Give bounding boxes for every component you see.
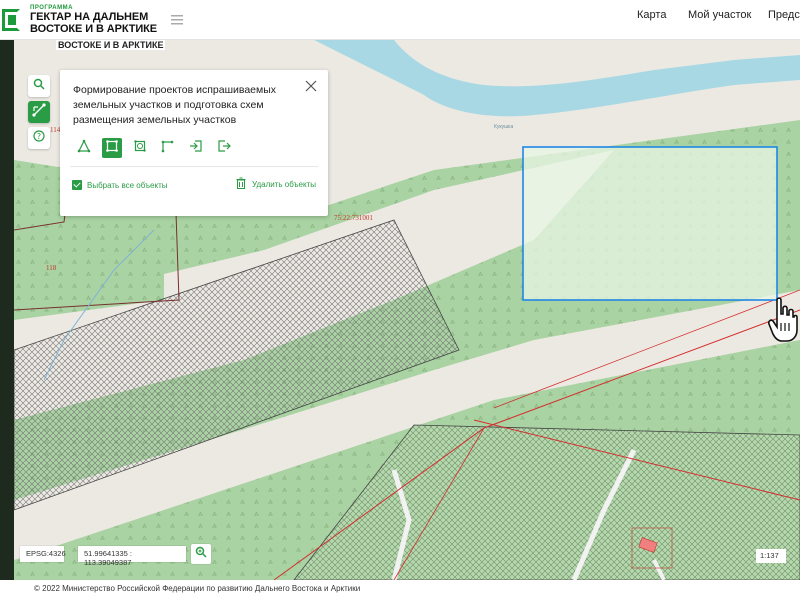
logo-text: ПРОГРАММА ГЕКТАР НА ДАЛЬНЕМ ВОСТОКЕ И В … xyxy=(30,5,157,35)
site-header: ПРОГРАММА ГЕКТАР НА ДАЛЬНЕМ ВОСТОКЕ И В … xyxy=(0,0,800,40)
logo-line2: ВОСТОКЕ И В АРКТИКЕ xyxy=(30,22,158,35)
map-toolbar: ? xyxy=(28,75,50,149)
export-icon xyxy=(217,139,231,158)
select-all-label: Выбрать все объекты xyxy=(87,180,168,190)
screen: ПРОГРАММА ГЕКТАР НА ДАЛЬНЕМ ВОСТОКЕ И В … xyxy=(0,0,800,600)
map-scale: 1:137 xyxy=(756,549,786,563)
logo[interactable]: ПРОГРАММА ГЕКТАР НА ДАЛЬНЕМ ВОСТОКЕ И В … xyxy=(0,0,157,40)
nav-map[interactable]: Карта xyxy=(637,9,666,21)
rectangle-icon xyxy=(105,139,119,158)
watermark-title: ВОСТОКЕ И В АРКТИКЕ xyxy=(56,40,166,50)
polygon-icon xyxy=(77,139,91,158)
copyright-text: © 2022 Министерство Российской Федерации… xyxy=(34,584,361,593)
panel-divider xyxy=(70,166,318,167)
import-icon xyxy=(189,139,203,158)
cursor-coordinates: 51.99641335 : 113.39049387 xyxy=(78,546,186,567)
parcel-number-label: 118 xyxy=(46,264,57,272)
cadastral-number-label: 75:22:731001 xyxy=(334,214,373,222)
circle-select-icon xyxy=(133,139,147,158)
geometry-tools-panel: Формирование проектов испрашиваемых земе… xyxy=(60,70,328,216)
delete-objects-label: Удалить объекты xyxy=(252,179,316,189)
polygon-tool[interactable] xyxy=(74,138,94,158)
drawing-tools xyxy=(74,138,234,158)
export-tool[interactable] xyxy=(214,138,234,158)
circle-select-tool[interactable] xyxy=(130,138,150,158)
select-all-checkbox[interactable]: Выбрать все объекты xyxy=(72,180,168,190)
checkbox-checked-icon xyxy=(72,180,82,190)
edit-geometry-icon xyxy=(32,102,46,122)
help-icon: ? xyxy=(33,129,45,147)
river-label: Кукушка xyxy=(494,124,514,130)
projection-label: EPSG:4326 xyxy=(20,546,66,562)
nav-my-plot[interactable]: Мой участок xyxy=(688,9,751,21)
line-icon xyxy=(161,139,175,158)
menu-burger-icon[interactable] xyxy=(171,12,184,28)
zoom-search-icon xyxy=(195,545,207,563)
nav-representation[interactable]: Предст xyxy=(768,9,800,21)
panel-title: Формирование проектов испрашиваемых земе… xyxy=(73,84,277,126)
search-button[interactable] xyxy=(28,75,50,97)
logo-line1: ГЕКТАР НА ДАЛЬНЕМ xyxy=(30,10,149,23)
search-icon xyxy=(33,77,45,95)
parcel-number-partial-label: 114 xyxy=(50,126,61,134)
trash-icon xyxy=(236,177,246,191)
zoom-to-coordinates-button[interactable] xyxy=(191,544,211,564)
close-icon[interactable] xyxy=(304,80,318,94)
hand-cursor-icon xyxy=(768,296,798,349)
logo-icon xyxy=(2,5,24,35)
edit-geometry-button[interactable] xyxy=(28,101,50,123)
import-tool[interactable] xyxy=(186,138,206,158)
selection-rectangle xyxy=(522,146,778,301)
help-button[interactable]: ? xyxy=(28,127,50,149)
svg-text:?: ? xyxy=(37,132,41,141)
delete-objects-button[interactable]: Удалить объекты xyxy=(236,177,316,191)
rectangle-tool[interactable] xyxy=(102,138,122,158)
line-tool[interactable] xyxy=(158,138,178,158)
left-edge xyxy=(0,40,14,580)
footer: © 2022 Министерство Российской Федерации… xyxy=(0,580,800,600)
